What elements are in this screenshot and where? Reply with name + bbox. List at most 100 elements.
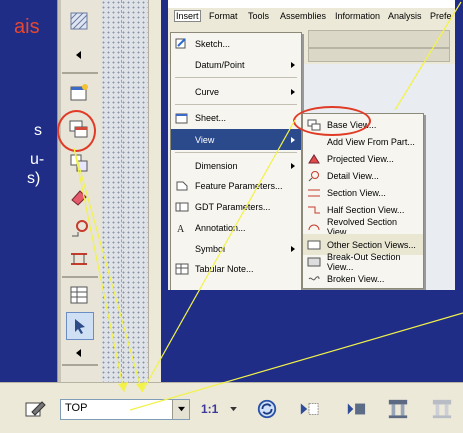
scale-ratio[interactable]: 1:1 — [201, 402, 218, 416]
menu-item-broken-view[interactable]: Broken View... — [303, 268, 423, 289]
menu-item-annotation[interactable]: A Annotation... — [171, 217, 301, 238]
section-view-icon — [307, 187, 321, 199]
menu-tools[interactable]: Tools — [248, 11, 269, 21]
view-orientation-select[interactable]: TOP — [60, 399, 190, 420]
toolbar-separator — [62, 72, 98, 74]
sheet-icon — [175, 112, 189, 124]
projected-view-toolbar-button[interactable] — [66, 150, 92, 176]
highlight-circle-base-view — [293, 106, 371, 136]
view-submenu: Base View... Add View From Part... Proje… — [302, 113, 424, 289]
column-section-icon — [388, 399, 408, 419]
feature-parameters-icon — [175, 180, 189, 192]
toolbar-separator — [62, 364, 98, 366]
eraser-button[interactable] — [66, 184, 92, 210]
half-section-view-icon — [307, 204, 321, 216]
annotation-icon: A — [175, 222, 189, 235]
sketch-icon — [175, 37, 189, 50]
broken-view-icon — [307, 273, 321, 285]
menu-item-sheet[interactable]: Sheet... — [171, 107, 301, 128]
menu-analysis[interactable]: Analysis — [388, 11, 422, 21]
toolbar-separator — [62, 276, 98, 278]
menu-assemblies[interactable]: Assemblies — [280, 11, 326, 21]
drawing-mode-toggle[interactable] — [66, 312, 94, 340]
scroll-left-button-lower[interactable] — [66, 346, 92, 360]
toolbar-grip[interactable] — [58, 0, 61, 432]
menu-item-feature-parameters[interactable]: Feature Parameters... — [171, 175, 301, 196]
view-properties-button[interactable] — [22, 397, 48, 421]
slide-text-fragment-red: ais — [14, 16, 40, 38]
detail-view-toolbar-button[interactable] — [66, 216, 92, 242]
vertical-scrollbar[interactable] — [148, 0, 161, 382]
arrow-left-icon — [76, 349, 81, 357]
highlight-circle-toolbar — [57, 110, 96, 152]
submenu-arrow-icon — [291, 88, 295, 95]
hatch-icon — [70, 12, 88, 30]
other-section-views-icon — [307, 239, 321, 251]
gdt-parameters-icon — [175, 201, 189, 213]
next-view-button[interactable] — [296, 397, 322, 421]
tabular-note-icon — [175, 263, 189, 275]
next-sheet-button[interactable] — [343, 397, 369, 421]
menu-item-view[interactable]: View — [171, 129, 301, 150]
new-sheet-button[interactable] — [66, 80, 92, 106]
scale-dropdown[interactable] — [228, 397, 238, 421]
slide-text-fragment-3: s) — [27, 170, 41, 187]
view-orientation-value: TOP — [65, 402, 88, 414]
refresh-view-button[interactable] — [254, 397, 280, 421]
menu-separator — [175, 104, 297, 105]
detail-view-icon — [307, 170, 321, 182]
menu-bar: Insert Format Tools Assemblies Informati… — [168, 8, 455, 26]
section-view-icon — [71, 253, 87, 265]
menu-separator — [175, 152, 297, 153]
hatch-button[interactable] — [66, 8, 92, 34]
drawing-canvas-grid — [101, 0, 148, 382]
menu-preferences[interactable]: Prefe — [430, 11, 452, 21]
forward-sheet-icon — [347, 403, 366, 415]
revolved-section-view-icon — [307, 221, 321, 233]
chevron-down-icon[interactable] — [172, 400, 189, 419]
pointer-icon — [75, 319, 85, 334]
play-icon — [300, 403, 319, 415]
insert-menu-screenshot: Insert Format Tools Assemblies Informati… — [168, 0, 455, 290]
section-view-toolbar-button[interactable] — [66, 246, 92, 272]
submenu-arrow-icon — [291, 61, 295, 68]
slide-text-fragment-1: s — [34, 122, 42, 139]
projected-view-icon — [307, 153, 321, 165]
menu-item-tabular-note[interactable]: Tabular Note... — [171, 258, 301, 279]
sheet-edit-icon — [25, 401, 46, 417]
menu-item-curve[interactable]: Curve — [171, 81, 301, 102]
parts-list-toolbar-button[interactable] — [66, 282, 92, 308]
menu-item-sketch[interactable]: Sketch... — [171, 33, 301, 54]
menu-information[interactable]: Information — [335, 11, 380, 21]
insert-menu: Sketch... Datum/Point Curve Sheet... Vie… — [170, 32, 302, 290]
section-tool-button[interactable] — [384, 397, 412, 421]
column-section-icon — [432, 399, 452, 419]
scroll-left-button[interactable] — [66, 48, 92, 62]
submenu-arrow-icon — [291, 162, 295, 169]
arrow-left-icon — [76, 51, 81, 59]
menu-item-symbol[interactable]: Symbol — [171, 238, 301, 259]
section-tool-button-disabled[interactable] — [427, 397, 457, 421]
submenu-arrow-icon — [291, 245, 295, 252]
toolbar-button-group[interactable] — [308, 48, 450, 62]
eraser-icon — [71, 190, 87, 206]
menu-item-gdt-parameters[interactable]: GDT Parameters... — [171, 196, 301, 217]
slide-text-fragment-2: u- — [30, 151, 45, 168]
submenu-arrow-icon — [291, 136, 295, 143]
menu-insert[interactable]: Insert — [174, 10, 201, 22]
break-out-section-view-icon — [307, 256, 321, 268]
chevron-down-icon — [229, 406, 237, 411]
vertical-drawing-toolbar — [57, 0, 102, 432]
menu-item-datum-point[interactable]: Datum/Point — [171, 54, 301, 75]
menu-format[interactable]: Format — [209, 11, 238, 21]
parts-list-icon — [70, 286, 88, 304]
toolbar-button-group[interactable] — [308, 30, 450, 48]
new-sheet-icon — [70, 84, 88, 101]
detail-view-icon — [72, 220, 88, 237]
menu-item-dimension[interactable]: Dimension — [171, 155, 301, 176]
add-view-icon — [307, 136, 321, 148]
refresh-icon — [257, 399, 277, 419]
projected-view-icon — [70, 154, 88, 172]
menu-separator — [175, 77, 297, 78]
svg-text:A: A — [177, 224, 185, 234]
